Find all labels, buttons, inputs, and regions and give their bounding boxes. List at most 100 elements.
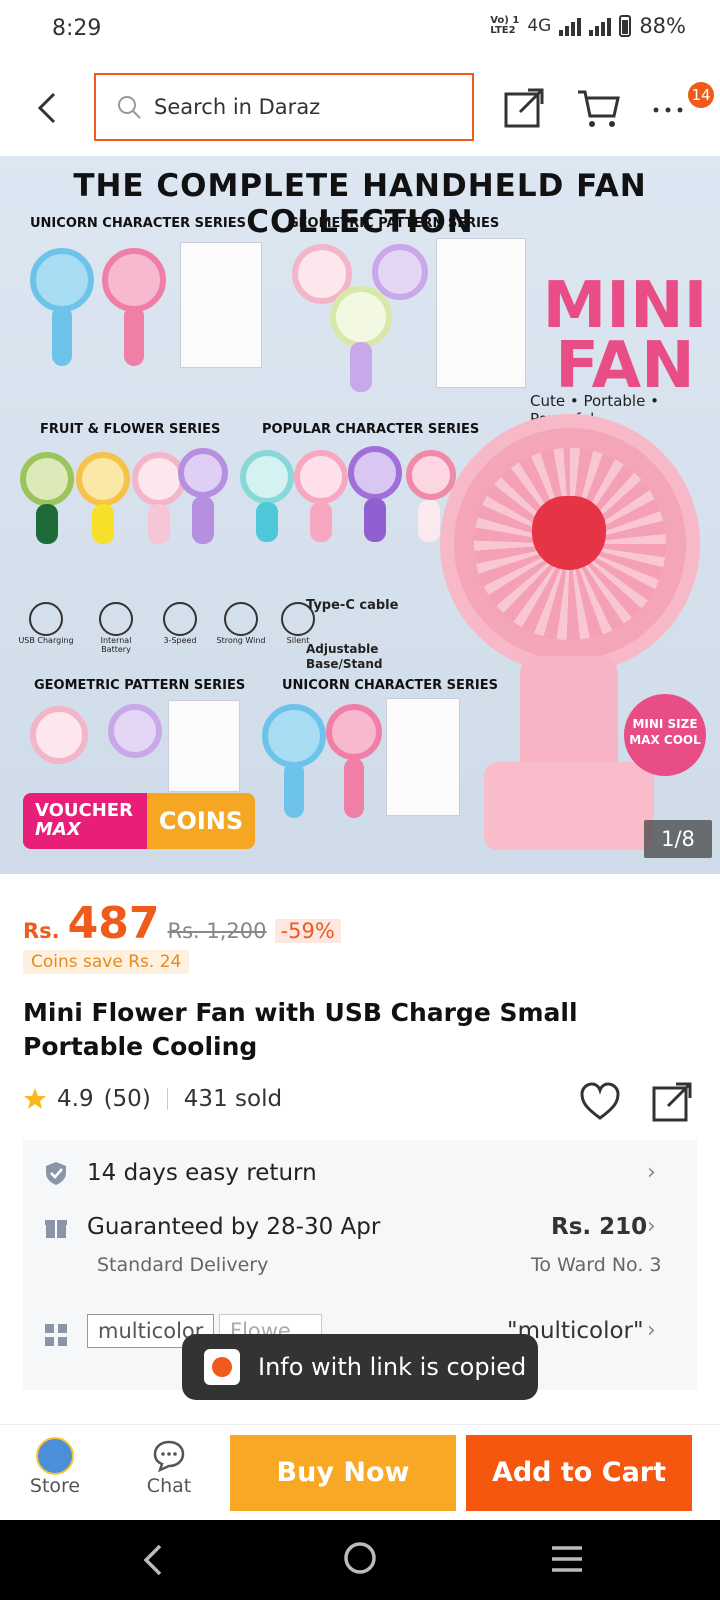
series-label: GEOMETRIC PATTERN SERIES — [288, 216, 500, 231]
share-button[interactable] — [502, 86, 546, 130]
copied-toast: Info with link is copied — [182, 1334, 538, 1400]
chevron-right-icon: › — [647, 1160, 656, 1185]
volte-indicator: Vo) 1 LTE2 — [490, 15, 520, 36]
network-type: 4G — [527, 16, 552, 36]
battery-feature-icon — [99, 602, 133, 636]
search-icon — [118, 96, 141, 119]
wind-icon — [224, 602, 258, 636]
cart-icon — [578, 90, 620, 127]
fan-thumbnail-stem — [364, 498, 386, 542]
gift-box-icon — [45, 1220, 67, 1238]
featured-fan-base — [484, 762, 654, 850]
heart-icon — [580, 1082, 620, 1120]
fan-thumbnail — [20, 452, 74, 506]
search-bar[interactable]: Search in Daraz — [94, 73, 474, 141]
coins-save-tag: Coins save Rs. 24 — [23, 950, 190, 974]
voucher-max-badge: VOUCHER MAX COINS — [23, 793, 255, 849]
feature-item: 3-Speed — [158, 602, 202, 654]
fan-thumbnail — [330, 286, 392, 348]
fan-thumbnail-stem — [52, 306, 72, 366]
strawberry-icon — [532, 496, 606, 570]
fan-thumbnail — [240, 450, 294, 504]
price: 487 — [67, 898, 160, 949]
rating-value: 4.9 — [57, 1086, 94, 1112]
battery-icon — [619, 15, 632, 37]
fan-thumbnail-stem — [344, 758, 364, 818]
series-label: GEOMETRIC PATTERN SERIES — [34, 678, 246, 693]
feature-item: Strong Wind — [216, 602, 266, 654]
delivery-row[interactable]: Guaranteed by 28-30 Apr Standard Deliver… — [23, 1204, 697, 1296]
status-time: 8:29 — [52, 16, 102, 41]
app-logo-icon — [204, 1349, 240, 1385]
fan-thumbnail — [30, 248, 94, 312]
voucher-label: VOUCHER MAX — [23, 793, 147, 849]
return-label: 14 days easy return — [87, 1160, 317, 1186]
add-to-cart-button[interactable]: Add to Cart — [466, 1435, 692, 1511]
original-price: Rs. 1,200 — [167, 919, 267, 943]
product-box — [168, 700, 240, 792]
delivery-destination: To Ward No. 3 — [531, 1254, 662, 1276]
usb-icon — [29, 602, 63, 636]
wishlist-button[interactable] — [578, 1080, 622, 1124]
buy-now-button[interactable]: Buy Now — [230, 1435, 456, 1511]
nav-recents-icon[interactable] — [550, 1544, 584, 1574]
guarantee-label: Guaranteed by 28-30 Apr — [87, 1214, 381, 1240]
grid-icon — [45, 1324, 67, 1346]
status-bar: 8:29 Vo) 1 LTE2 4G 88% — [0, 0, 720, 60]
product-box — [180, 242, 262, 368]
price-row: Rs. 487 Rs. 1,200 -59% — [23, 898, 341, 949]
share-icon — [504, 88, 544, 128]
fan-thumbnail — [262, 704, 326, 768]
product-image-carousel[interactable]: THE COMPLETE HANDHELD FAN COLLECTION UNI… — [0, 156, 720, 874]
fan-thumbnail — [372, 244, 428, 300]
chat-button[interactable]: Chat — [134, 1437, 204, 1497]
bottom-action-bar: Store Chat Buy Now Add to Cart — [0, 1424, 720, 1521]
back-arrow-icon — [37, 92, 56, 124]
fan-thumbnail-stem — [148, 504, 170, 544]
chevron-right-icon: › — [647, 1214, 656, 1239]
back-button[interactable] — [30, 88, 70, 128]
rating-row[interactable]: 4.9 (50) 431 sold — [23, 1086, 282, 1112]
share-product-button[interactable] — [650, 1080, 694, 1124]
coins-label: COINS — [147, 793, 255, 849]
status-right: Vo) 1 LTE2 4G 88% — [490, 14, 686, 38]
return-row[interactable]: 14 days easy return › — [23, 1140, 697, 1204]
fan-thumbnail-stem — [36, 504, 58, 544]
top-header: Search in Daraz 14 — [0, 60, 720, 156]
fan-thumbnail-stem — [92, 504, 114, 544]
type-c-label: Type-C cable — [306, 598, 399, 613]
fan-thumbnail — [108, 704, 162, 758]
cart-button[interactable] — [576, 86, 620, 130]
feature-icons: USB Charging Internal Battery 3-Speed St… — [18, 602, 316, 654]
currency: Rs. — [23, 919, 60, 943]
fan-thumbnail-stem — [350, 342, 372, 392]
toast-message: Info with link is copied — [258, 1353, 527, 1381]
fan-thumbnail — [178, 448, 228, 498]
nav-back-icon[interactable] — [138, 1542, 168, 1578]
search-placeholder: Search in Daraz — [154, 95, 321, 119]
fan-thumbnail-stem — [124, 306, 144, 366]
signal-icon-2 — [589, 16, 612, 36]
system-nav-bar — [0, 1520, 720, 1600]
more-button[interactable] — [648, 86, 692, 130]
review-count: (50) — [103, 1086, 151, 1112]
mini-fan-heading: MINI FAN — [542, 269, 708, 403]
store-avatar-icon — [36, 1437, 74, 1475]
divider — [166, 1088, 168, 1110]
fan-thumbnail — [294, 450, 348, 504]
discount-badge: -59% — [274, 919, 341, 943]
chevron-right-icon: › — [647, 1318, 656, 1343]
chat-icon — [153, 1440, 185, 1473]
feature-item: USB Charging — [18, 602, 74, 654]
star-icon — [24, 1088, 46, 1109]
nav-home-icon[interactable] — [342, 1540, 378, 1576]
delivery-fee: Rs. 210 — [551, 1214, 648, 1240]
delivery-type: Standard Delivery — [97, 1254, 269, 1276]
product-box — [436, 238, 526, 388]
share-icon — [652, 1082, 692, 1122]
fan-thumbnail — [76, 452, 130, 506]
fan-thumbnail — [102, 248, 166, 312]
image-pager: 1/8 — [644, 820, 712, 858]
store-button[interactable]: Store — [20, 1437, 90, 1497]
fan-thumbnail — [30, 706, 88, 764]
